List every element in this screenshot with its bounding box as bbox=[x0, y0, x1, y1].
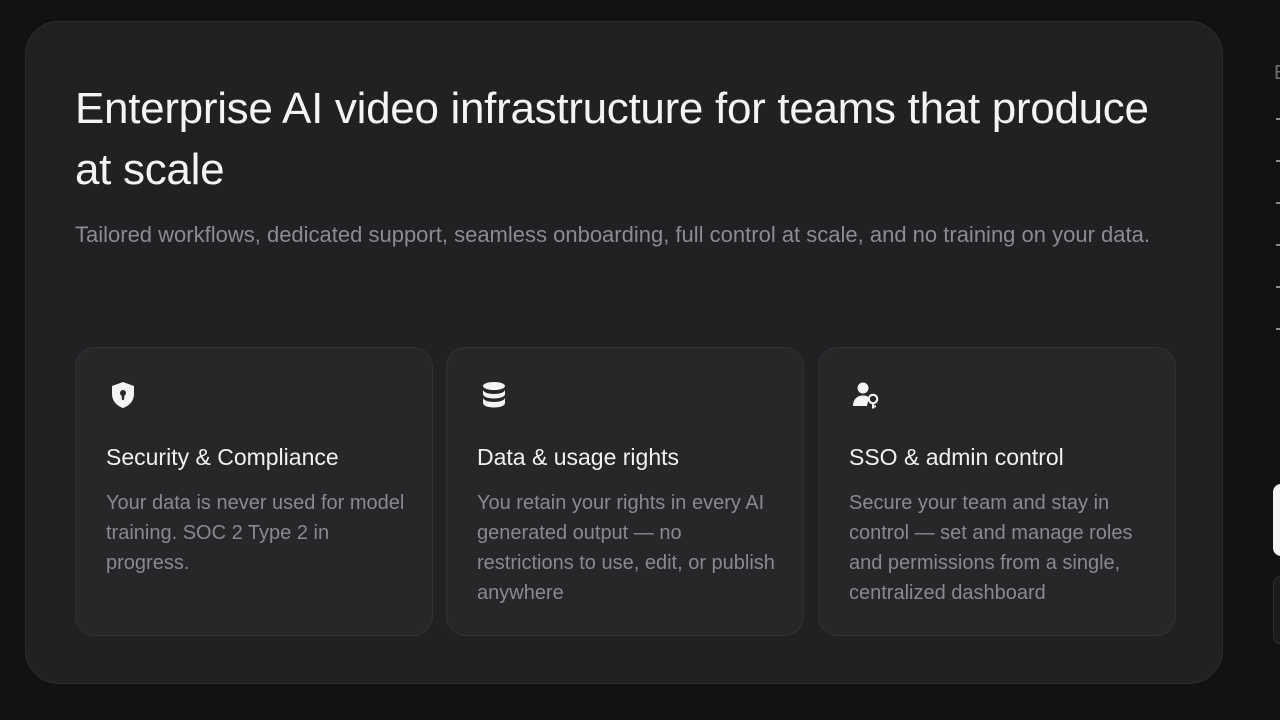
list-bullet bbox=[1276, 328, 1280, 330]
feature-title: SSO & admin control bbox=[849, 444, 1064, 470]
list-bullet bbox=[1276, 286, 1280, 288]
feature-card-data-rights: Data & usage rights You retain your righ… bbox=[446, 347, 804, 636]
feature-title: Data & usage rights bbox=[477, 444, 680, 470]
list-bullet bbox=[1276, 118, 1280, 120]
page-subtitle: Tailored workflows, dedicated support, s… bbox=[75, 222, 1150, 247]
feature-description: Your data is never used for model traini… bbox=[106, 492, 405, 574]
list-bullet bbox=[1276, 244, 1280, 246]
side-panel-clipped: E bbox=[1236, 0, 1280, 720]
user-key-icon bbox=[853, 382, 879, 409]
feature-card-security: Security & Compliance Your data is never… bbox=[75, 347, 433, 636]
enterprise-card: Enterprise AI video infrastructure for t… bbox=[25, 21, 1223, 684]
feature-card-sso: SSO & admin control Secure your team and… bbox=[818, 347, 1176, 636]
page-title: Enterprise AI video infrastructure for t… bbox=[75, 84, 1149, 194]
feature-title: Security & Compliance bbox=[106, 444, 339, 470]
page: Enterprise AI video infrastructure for t… bbox=[0, 0, 1280, 720]
list-bullet bbox=[1276, 160, 1280, 162]
list-bullet bbox=[1276, 202, 1280, 204]
database-icon bbox=[483, 382, 505, 408]
secondary-button-clipped[interactable] bbox=[1273, 576, 1280, 644]
shield-lock-icon bbox=[112, 382, 134, 408]
primary-button-clipped[interactable] bbox=[1273, 484, 1280, 556]
side-panel-letter: E bbox=[1274, 62, 1280, 85]
feature-description: You retain your rights in every AI gener… bbox=[477, 492, 775, 604]
feature-description: Secure your team and stay in control — s… bbox=[849, 492, 1133, 604]
